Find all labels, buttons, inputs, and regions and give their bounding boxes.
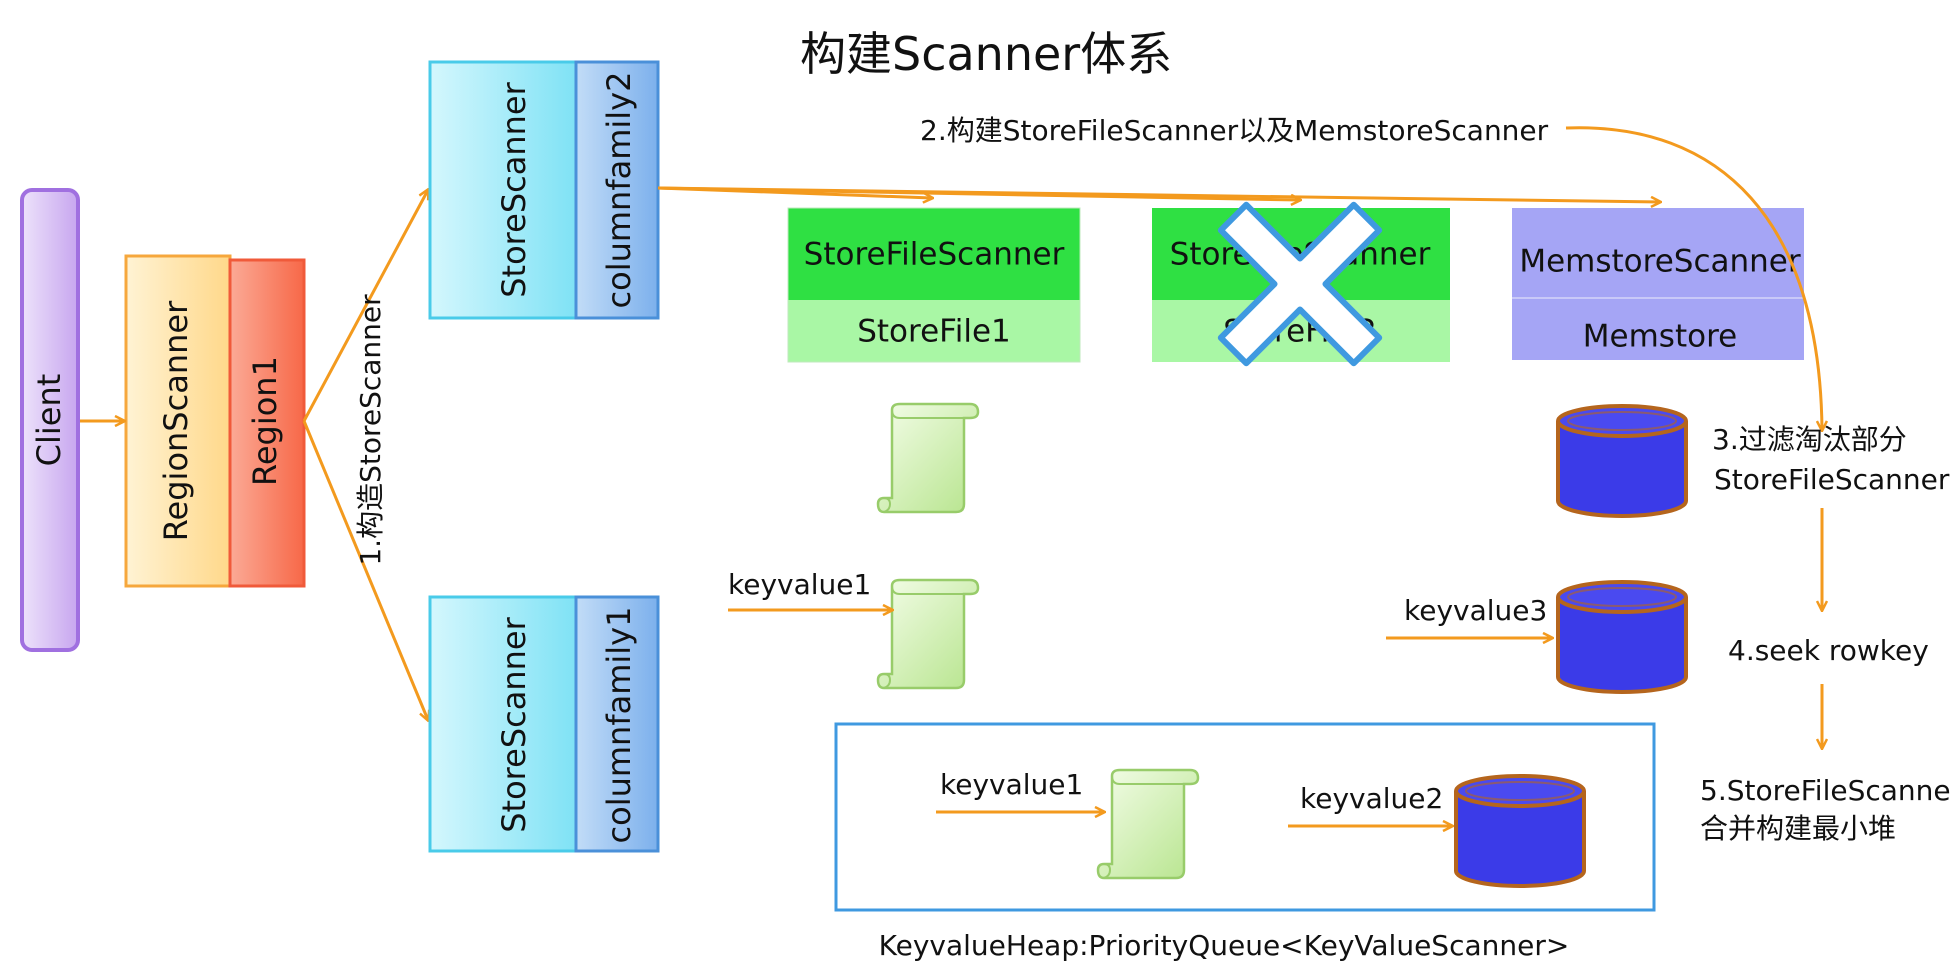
client-label: Client (30, 374, 68, 467)
step3-label-line2: StoreFileScanner (1714, 463, 1950, 496)
memstore-cylinder-icon-2 (1556, 580, 1688, 694)
storefile-scroll-icon-1 (876, 402, 980, 514)
memstore-cylinder-icon-1 (1556, 404, 1688, 518)
column-family-2-label: columnfamily2 (600, 72, 638, 309)
storefile-scroll-icon-2 (876, 578, 980, 690)
region-label: Region1 (246, 356, 284, 486)
step2-label: 2.构建StoreFileScanner以及MemstoreScanner (920, 114, 1549, 147)
diagram-title: 构建Scanner体系 (800, 27, 1172, 81)
step5-label-line2: 合并构建最小堆 (1700, 812, 1896, 845)
memstore-cylinder-icon-heap (1454, 774, 1586, 888)
arrow-to-memstore-scanner (657, 186, 1660, 202)
storefile-scanner-1-label: StoreFileScanner (804, 237, 1065, 273)
keyvalue-heap-caption: KeyvalueHeap:PriorityQueue<KeyValueScann… (879, 929, 1570, 962)
keyvalue1-outer-label: keyvalue1 (728, 568, 871, 601)
store-scanner-top-label: StoreScanner (495, 81, 533, 297)
store-scanner-bottom: StoreScanner columnfamily1 (428, 595, 660, 853)
memstore-scanner: MemstoreScanner Memstore (1512, 208, 1804, 360)
region-scanner-label: RegionScanner (157, 300, 195, 541)
client-node: Client (20, 188, 80, 652)
region-node: Region1 (228, 258, 306, 588)
storefile-scanner-1: StoreFileScanner StoreFile1 (787, 207, 1081, 363)
step1-label: 1.构造StoreScanner (354, 294, 387, 566)
memstore-label: Memstore (1583, 319, 1737, 355)
memstore-scanner-label: MemstoreScanner (1519, 244, 1801, 280)
region-scanner-node: RegionScanner (124, 254, 232, 588)
storefile-scroll-icon-heap (1096, 768, 1200, 880)
step4-label: 4.seek rowkey (1728, 634, 1929, 667)
keyvalue2-heap-label: keyvalue2 (1300, 782, 1443, 815)
step3-label-line1: 3.过滤淘汰部分 (1712, 423, 1907, 456)
store-scanner-top: StoreScanner columnfamily2 (428, 60, 660, 320)
keyvalue1-heap-label: keyvalue1 (940, 768, 1083, 801)
column-family-1-label: columnfamily1 (600, 607, 638, 844)
keyvalue3-label: keyvalue3 (1404, 594, 1547, 627)
scanner-architecture-diagram: 构建Scanner体系 Client RegionScanner Region1… (20, 27, 1951, 962)
step5-label-line1: 5.StoreFileScanne (1700, 774, 1951, 807)
storefile-1-label: StoreFile1 (857, 314, 1011, 350)
store-scanner-bottom-label: StoreScanner (495, 616, 533, 832)
